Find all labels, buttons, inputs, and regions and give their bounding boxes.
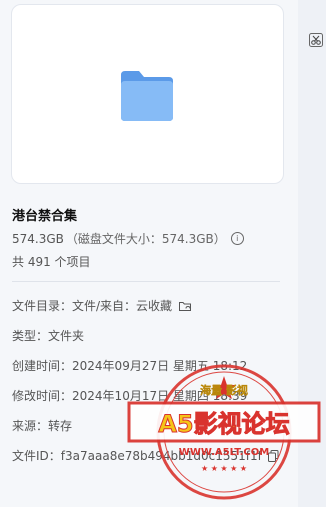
folder-icon	[121, 71, 173, 121]
cloud-folder-icon[interactable]	[178, 300, 192, 312]
size-line: 574.3GB （磁盘文件大小：574.3GB） i	[12, 230, 244, 247]
file-size: 574.3GB	[12, 231, 64, 246]
item-count: 共 491 个项目	[12, 255, 91, 269]
file-name: 港台禁合集	[12, 209, 78, 224]
file-preview	[11, 4, 284, 184]
detail-label: 创建时间：	[12, 359, 73, 373]
detail-row-created: 创建时间： 2024年09月27日 星期五 18:12	[12, 357, 247, 374]
detail-value: 文件夹	[48, 329, 85, 343]
detail-value[interactable]: 文件/来自：云收藏	[72, 297, 172, 314]
detail-row-file-id: 文件ID： f3a7aaa8e78b494bb1d0c1551f1f	[12, 447, 279, 464]
detail-label: 文件目录：	[12, 299, 73, 313]
detail-value: f3a7aaa8e78b494bb1d0c1551f1f	[60, 448, 262, 463]
detail-row-type: 类型： 文件夹	[12, 327, 84, 344]
detail-value: 2024年09月27日 星期五 18:12	[72, 359, 248, 373]
detail-label: 文件ID：	[12, 449, 61, 463]
info-icon[interactable]: i	[230, 232, 244, 245]
divider	[12, 281, 280, 282]
cut-icon[interactable]	[309, 33, 323, 47]
detail-value: 转存	[48, 419, 73, 433]
detail-row-source: 来源： 转存	[12, 417, 72, 434]
copy-icon[interactable]	[267, 449, 279, 462]
detail-label: 修改时间：	[12, 389, 73, 403]
detail-row-directory: 文件目录： 文件/来自：云收藏	[12, 297, 192, 314]
detail-row-modified: 修改时间： 2024年10月17日 星期四 18:39	[12, 387, 247, 404]
detail-label: 来源：	[12, 419, 49, 433]
detail-label: 类型：	[12, 329, 49, 343]
disk-size: （磁盘文件大小：574.3GB）	[65, 232, 226, 246]
detail-value: 2024年10月17日 星期四 18:39	[72, 389, 248, 403]
file-details-panel: 港台禁合集 574.3GB （磁盘文件大小：574.3GB） i 共 491 个…	[0, 0, 298, 507]
